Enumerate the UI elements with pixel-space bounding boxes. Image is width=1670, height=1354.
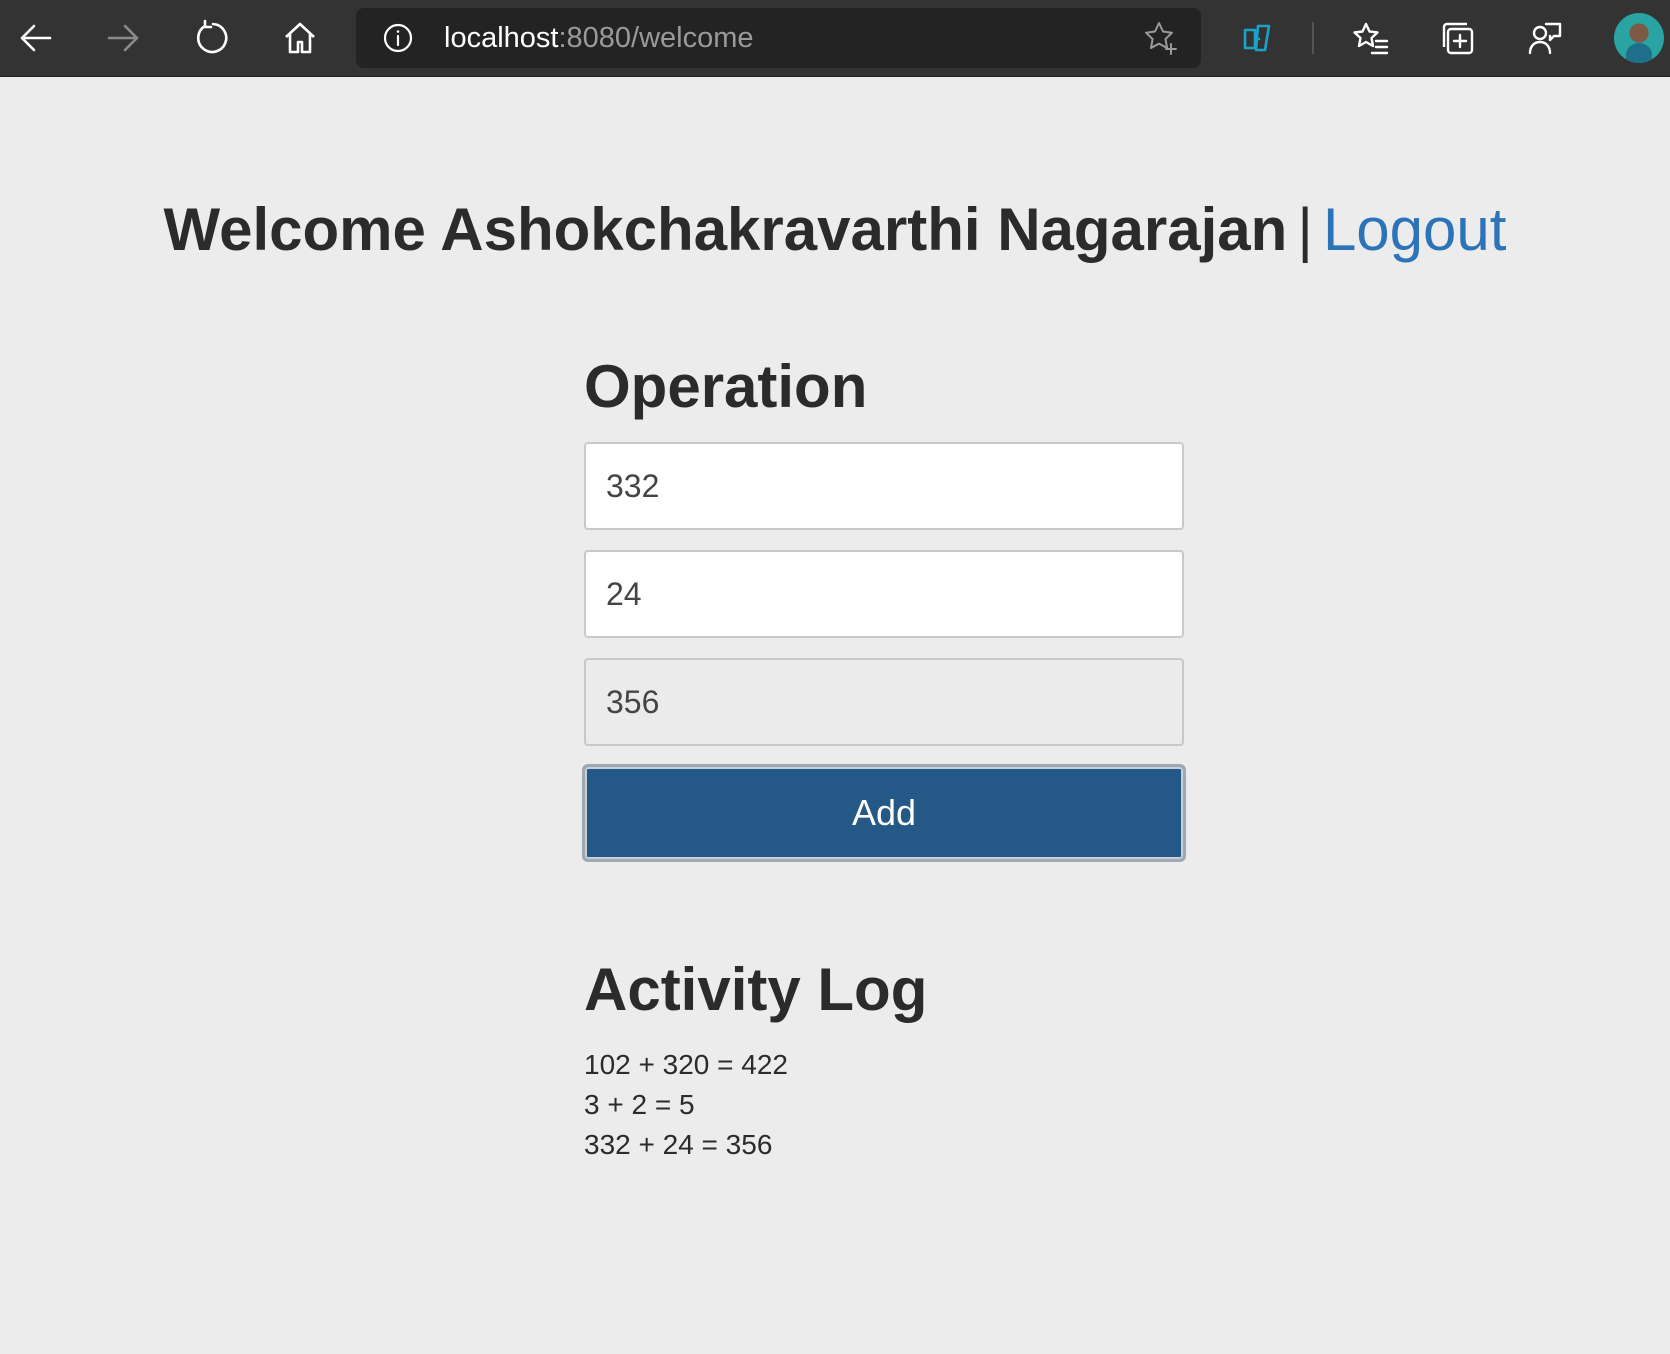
favorites-list-icon: [1353, 22, 1389, 55]
second-number-input[interactable]: [584, 550, 1184, 638]
reload-icon: [196, 19, 228, 54]
favorites-button[interactable]: [1346, 13, 1396, 63]
star-plus-icon[interactable]: [1143, 20, 1179, 56]
home-button[interactable]: [275, 13, 325, 63]
list-item: 102 + 320 = 422: [584, 1049, 788, 1080]
address-bar[interactable]: localhost:8080/welcome: [356, 8, 1201, 68]
url-path: :8080/welcome: [558, 22, 754, 54]
url-text[interactable]: localhost:8080/welcome: [444, 21, 754, 55]
activity-log-list: 102 + 320 = 422 3 + 2 = 5 332 + 24 = 356: [584, 1045, 1184, 1165]
reload-button[interactable]: [187, 13, 237, 63]
welcome-text: Welcome Ashokchakravarthi Nagarajan: [163, 196, 1288, 263]
first-number-input[interactable]: [584, 442, 1184, 530]
operation-title: Operation: [584, 353, 868, 420]
list-item: 332 + 24 = 356: [584, 1129, 773, 1160]
avatar[interactable]: [1614, 13, 1664, 63]
operation-section: Operation Add: [582, 352, 1186, 862]
collections-icon: [1442, 22, 1474, 55]
back-button[interactable]: [11, 13, 61, 63]
toolbar-divider: [1312, 22, 1314, 54]
info-icon[interactable]: [382, 22, 414, 54]
extension-icon: [1243, 24, 1271, 52]
home-icon: [285, 22, 315, 54]
header-separator: |: [1297, 196, 1313, 263]
logout-link[interactable]: Logout: [1323, 196, 1507, 263]
feedback-icon: [1528, 22, 1562, 55]
welcome-header: Welcome Ashokchakravarthi Nagarajan | Logo…: [0, 190, 1670, 270]
activity-log-title: Activity Log: [584, 956, 928, 1023]
collections-button[interactable]: [1433, 13, 1483, 63]
back-arrow-icon: [20, 24, 52, 52]
forward-arrow-icon: [107, 24, 139, 52]
activity-log-section: Activity Log 102 + 320 = 422 3 + 2 = 5 3…: [584, 955, 1184, 1165]
forward-button[interactable]: [98, 13, 148, 63]
extension-button[interactable]: [1232, 13, 1282, 63]
feedback-button[interactable]: [1520, 13, 1570, 63]
add-button[interactable]: Add: [582, 764, 1186, 862]
list-item: 3 + 2 = 5: [584, 1089, 695, 1120]
browser-toolbar: localhost:8080/welcome: [0, 0, 1670, 77]
url-host: localhost: [444, 22, 559, 54]
result-field: [584, 658, 1184, 746]
